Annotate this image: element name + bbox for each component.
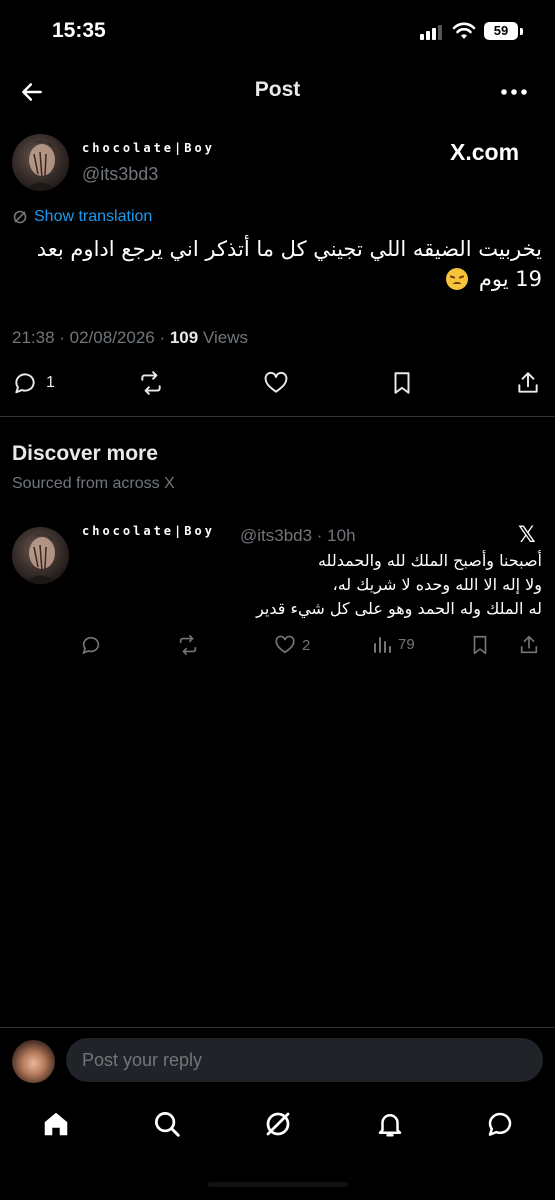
like-button[interactable] xyxy=(262,370,290,396)
related-author-name[interactable]: chocolate|Boy xyxy=(82,524,215,538)
reply-icon xyxy=(15,373,35,394)
related-text-line: أصبحنا وأصبح الملك لله والحمدلله xyxy=(317,551,542,570)
heart-icon xyxy=(275,635,295,654)
search-icon xyxy=(155,1112,180,1137)
reply-button[interactable]: 1 xyxy=(12,370,55,396)
x-logo-icon: 𝕏 xyxy=(518,522,536,547)
author-avatar[interactable] xyxy=(12,134,69,191)
analytics-icon xyxy=(374,637,391,653)
cellular-signal-icon xyxy=(420,25,442,40)
divider xyxy=(0,416,555,417)
home-icon xyxy=(44,1112,68,1136)
repost-button[interactable] xyxy=(137,370,165,396)
related-repost-button[interactable] xyxy=(176,634,200,656)
home-indicator xyxy=(208,1182,348,1187)
bookmark-button[interactable] xyxy=(389,370,415,396)
bottom-tab-bar xyxy=(0,1100,555,1150)
discover-subtitle: Sourced from across X xyxy=(12,475,175,492)
tab-notifications[interactable] xyxy=(372,1106,408,1142)
related-post-text: أصبحنا وأصبح الملك لله والحمدلله ولا إله… xyxy=(82,549,542,621)
post-meta: 21:38 · 02/08/2026 · 109 Views xyxy=(12,328,248,348)
xcom-badge: X.com xyxy=(450,139,520,165)
wifi-icon xyxy=(452,22,476,39)
reply-bar xyxy=(0,1027,555,1093)
tab-search[interactable] xyxy=(149,1106,185,1142)
related-like-button[interactable]: 2 xyxy=(274,634,310,656)
related-view-count: 79 xyxy=(398,635,415,653)
post-action-bar: 1 xyxy=(0,364,555,404)
related-handle-time[interactable]: @its3bd3 · 10h xyxy=(240,526,356,546)
tab-messages[interactable] xyxy=(482,1106,518,1142)
repost-icon xyxy=(179,635,197,655)
heart-icon xyxy=(264,371,288,393)
related-author-avatar[interactable] xyxy=(12,527,69,584)
status-bar: 15:35 59 xyxy=(0,0,555,62)
show-translation-link[interactable]: Show translation xyxy=(12,208,152,226)
status-time: 15:35 xyxy=(52,19,106,42)
related-share-button[interactable] xyxy=(518,634,540,656)
share-icon xyxy=(520,635,538,654)
related-reply-button[interactable] xyxy=(80,634,102,656)
bell-icon xyxy=(378,1114,402,1137)
reply-count: 1 xyxy=(46,374,55,391)
related-text-line: ولا إله الا الله وحده لا شريك له، xyxy=(332,575,542,594)
reply-icon xyxy=(82,636,100,655)
related-views-button[interactable]: 79 xyxy=(372,634,415,654)
views-count[interactable]: 109 xyxy=(170,328,198,347)
page-title: Post xyxy=(254,78,301,101)
related-action-bar: 2 79 xyxy=(0,630,555,660)
more-horizontal-icon xyxy=(501,89,527,95)
repost-icon xyxy=(141,371,161,395)
show-translation-label: Show translation xyxy=(34,208,153,225)
related-bookmark-button[interactable] xyxy=(469,634,491,656)
post-header: Post xyxy=(0,66,555,116)
author-handle[interactable]: @its3bd3 xyxy=(82,164,158,185)
author-name[interactable]: chocolate|Boy xyxy=(82,141,215,155)
post-text: يخربيت الضيقه اللي تجيني كل ما أتذكر اني… xyxy=(12,234,542,294)
disappointed-face-emoji-icon xyxy=(446,268,469,290)
tab-home[interactable] xyxy=(38,1106,74,1142)
share-button[interactable] xyxy=(515,370,541,396)
tab-grok[interactable] xyxy=(260,1106,296,1142)
post-timestamp: 21:38 · 02/08/2026 · xyxy=(12,328,170,347)
bookmark-icon xyxy=(394,372,410,394)
chat-bubble-icon xyxy=(488,1112,512,1136)
avatar-figure-icon xyxy=(24,141,58,191)
discover-title: Discover more xyxy=(12,442,158,465)
more-options-button[interactable] xyxy=(494,74,534,110)
grok-icon xyxy=(266,1112,290,1136)
views-label: Views xyxy=(198,328,248,347)
bookmark-icon xyxy=(473,635,487,655)
share-icon xyxy=(518,372,538,393)
my-avatar[interactable] xyxy=(12,1040,55,1083)
reply-input[interactable] xyxy=(66,1038,543,1082)
avatar-figure-icon xyxy=(24,534,58,584)
related-text-line: له الملك وله الحمد وهو على كل شيء قدير xyxy=(256,599,542,618)
related-like-count: 2 xyxy=(302,636,311,654)
battery-indicator: 59 xyxy=(484,22,518,40)
translate-icon xyxy=(13,210,27,224)
battery-tip xyxy=(520,28,523,35)
